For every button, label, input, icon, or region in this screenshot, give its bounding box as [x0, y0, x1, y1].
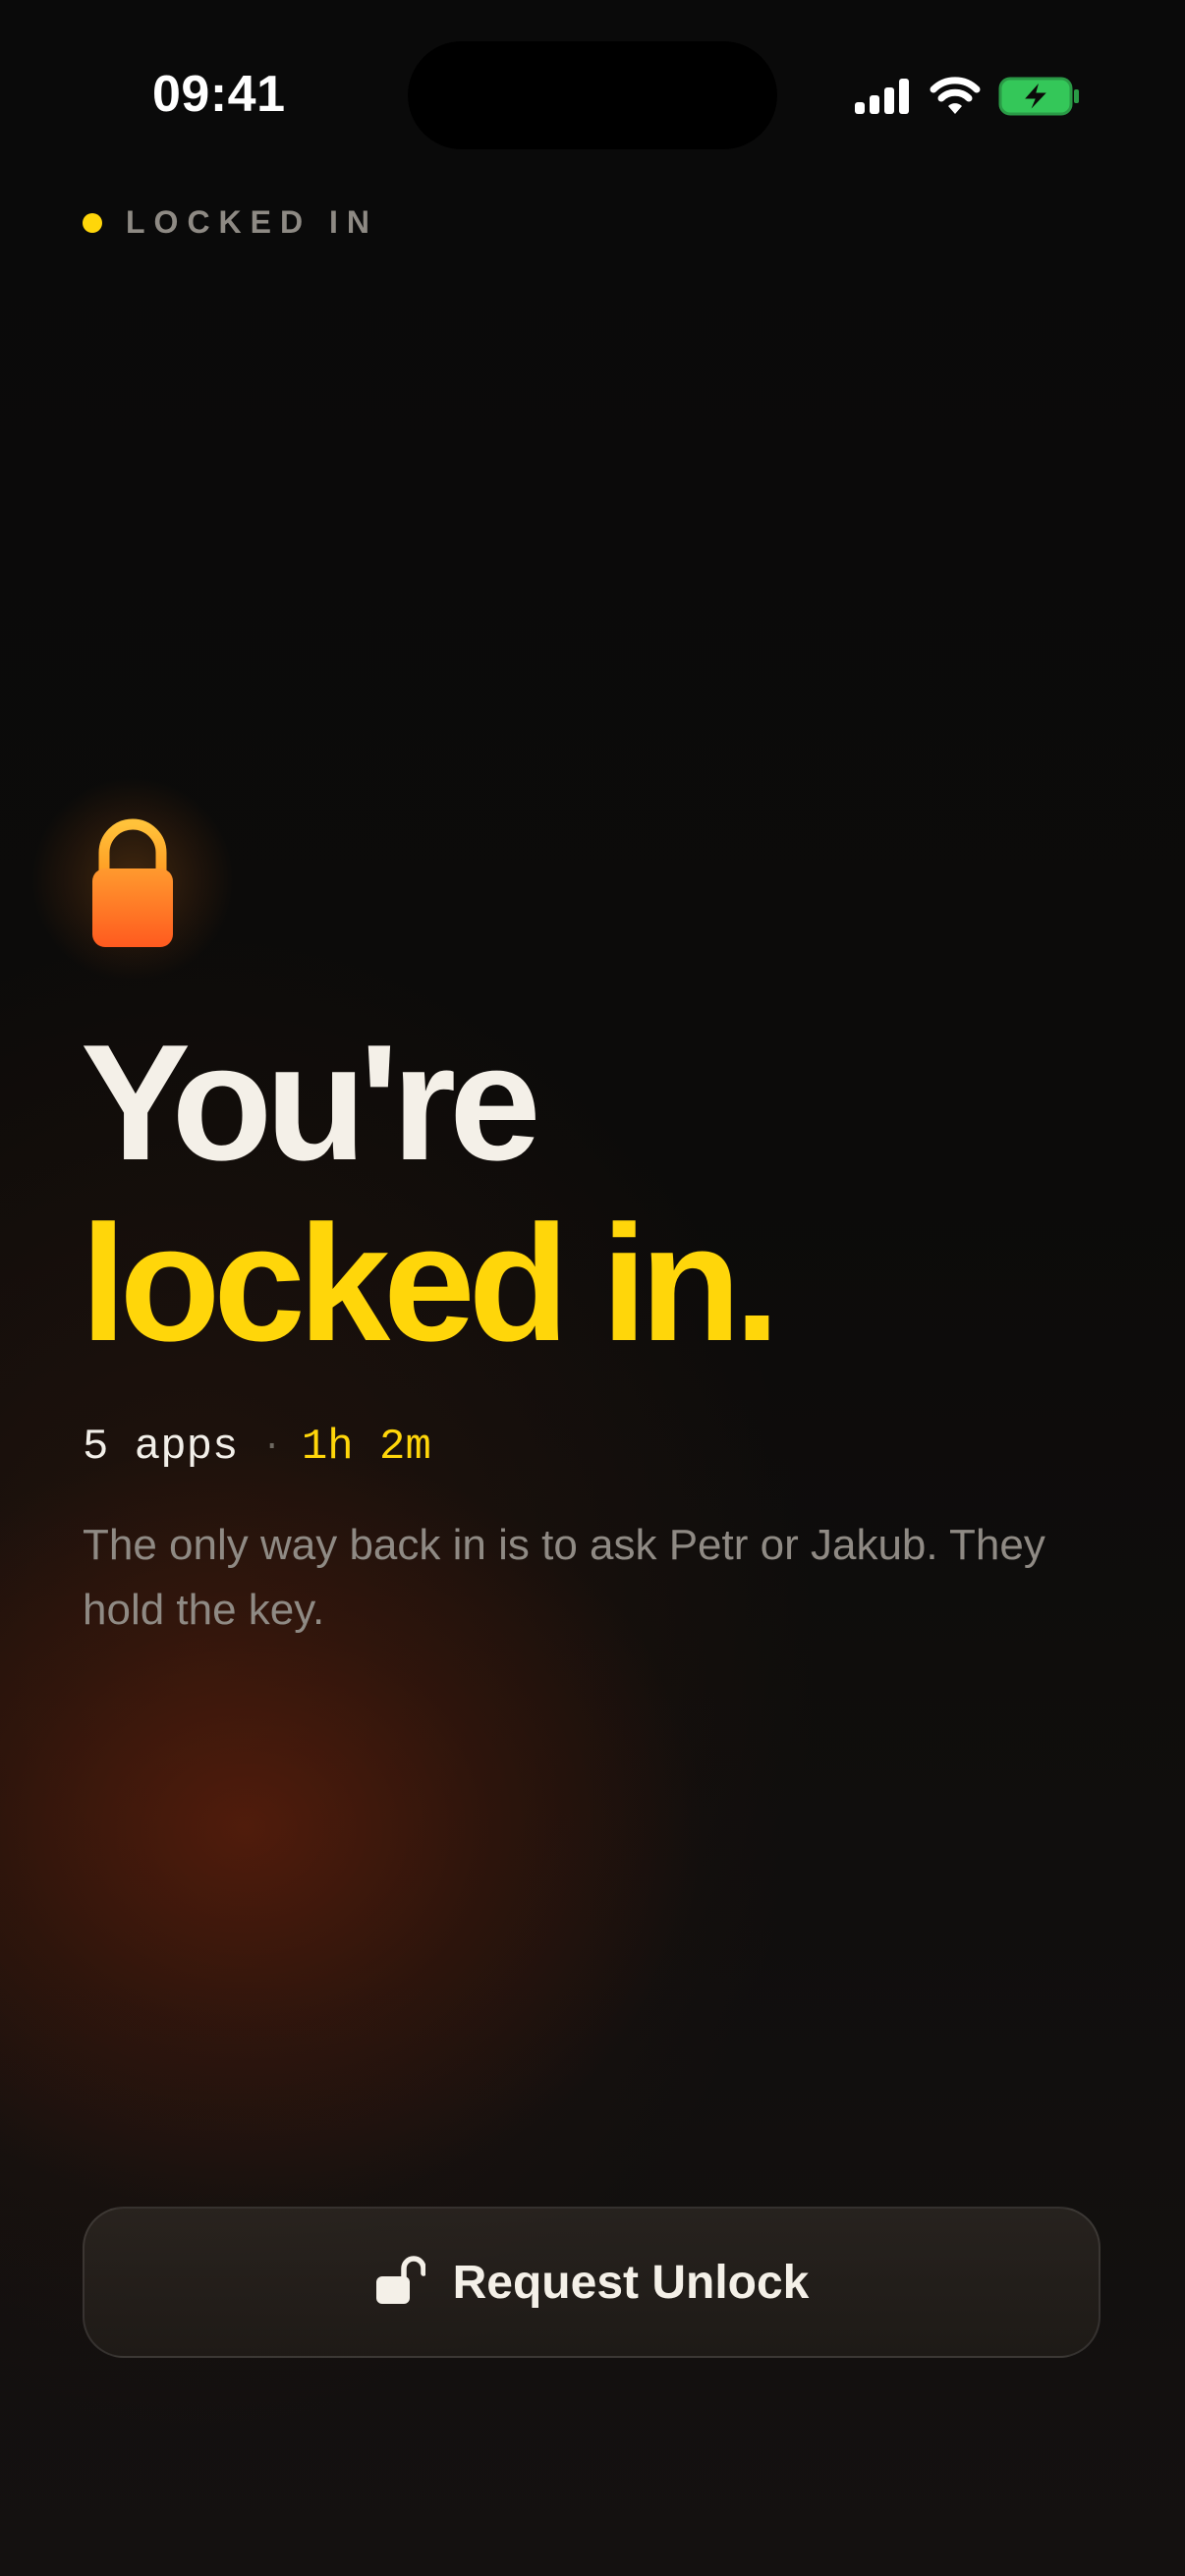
- status-dot: [83, 212, 102, 233]
- request-unlock-button[interactable]: Request Unlock: [83, 2207, 1100, 2358]
- lock-icon: [29, 776, 236, 982]
- lock-description: The only way back in is to ask Petr or J…: [83, 1521, 1045, 1634]
- cellular-signal-icon: [855, 78, 912, 119]
- stats-separator: ·: [261, 1428, 282, 1466]
- lock-stats: 5 apps · 1h 2m: [83, 1423, 431, 1472]
- dynamic-island: [408, 41, 777, 149]
- battery-charging-icon: [998, 76, 1081, 122]
- lock-screen: 09:41 LOCKED IN You're locked in. 5 apps…: [0, 0, 1185, 2576]
- locked-status-text: LOCKED IN: [126, 204, 378, 240]
- unlock-icon: [374, 2255, 426, 2311]
- locked-apps-count: 5 apps: [83, 1423, 239, 1472]
- status-icons: [855, 76, 1081, 122]
- lock-duration: 1h 2m: [301, 1423, 431, 1472]
- page-title: You're locked in.: [81, 1010, 780, 1375]
- wifi-icon: [930, 76, 981, 121]
- locked-status-label: LOCKED IN: [83, 204, 378, 241]
- status-time: 09:41: [152, 66, 286, 123]
- request-unlock-label: Request Unlock: [452, 2256, 810, 2309]
- status-bar: 09:41: [0, 0, 1185, 187]
- title-line-1: You're: [81, 1010, 541, 1195]
- title-line-2: locked in.: [81, 1191, 780, 1375]
